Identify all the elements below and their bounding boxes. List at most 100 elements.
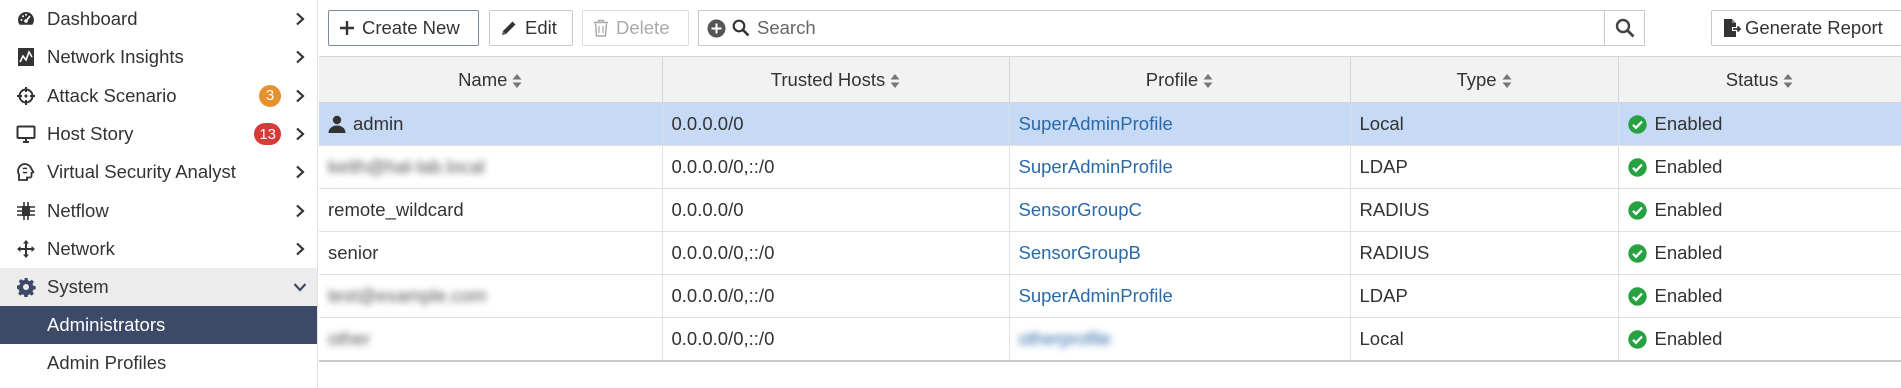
sidebar-item-label: Netflow [47,199,109,221]
table-row[interactable]: remote_wildcard 0.0.0.0/0 SensorGroupC R… [319,188,1901,232]
table-row[interactable]: senior 0.0.0.0/0,::/0 SensorGroupB RADIU… [319,231,1901,275]
sidebar-subitem-admin-profiles[interactable]: Admin Profiles [0,344,317,382]
user-icon [328,115,346,133]
sidebar-item-network-insights[interactable]: Network Insights [0,38,317,76]
toolbar: Create New Edit Delete Generate Report [318,0,1901,56]
sidebar-subitem-label: Admin Profiles [47,352,167,374]
sidebar-item-label: Dashboard [47,8,138,30]
administrators-table: Name Trusted Hosts Profile Type Status a… [319,56,1901,362]
sidebar-item-label: Network Insights [47,46,184,68]
trusted-hosts-cell: 0.0.0.0/0,::/0 [662,317,1010,362]
chevron-right-icon [296,204,305,217]
status-cell: Enabled [1618,274,1901,318]
edit-label: Edit [525,17,557,38]
chevron-right-icon [296,166,305,179]
trusted-hosts-cell: 0.0.0.0/0 [662,188,1010,232]
sidebar: Dashboard Network Insights Attack Scenar… [0,0,318,388]
redacted-name: test@example.com [328,285,487,306]
type-cell: LDAP [1350,145,1619,189]
trusted-hosts-cell: 0.0.0.0/0,::/0 [662,145,1010,189]
profile-link[interactable]: SuperAdminProfile [1009,274,1351,318]
plus-icon [340,21,354,35]
search-input[interactable] [753,13,1604,43]
sidebar-item-label: System [47,276,109,298]
sidebar-item-netflow[interactable]: Netflow [0,191,317,229]
search-icon [729,19,753,37]
chevron-right-icon [296,242,305,256]
check-circle-icon [1627,286,1647,306]
trusted-hosts-cell: 0.0.0.0/0,::/0 [662,274,1010,318]
add-filter-icon[interactable] [703,19,729,38]
sort-icon [512,73,522,88]
dashboard-gauge-icon [14,7,38,31]
sort-icon [1203,73,1213,88]
type-cell: Local [1350,102,1619,146]
check-circle-icon [1627,329,1647,349]
status-cell: Enabled [1618,188,1901,232]
profile-link[interactable]: SensorGroupC [1009,188,1351,232]
edit-button[interactable]: Edit [489,10,573,46]
sidebar-subitem-administrators[interactable]: Administrators [0,306,317,345]
chevron-right-icon [296,12,305,26]
trash-icon [594,19,608,37]
create-new-label: Create New [362,17,460,38]
column-header-profile[interactable]: Profile [1009,56,1351,103]
table-row[interactable]: admin 0.0.0.0/0 SuperAdminProfile Local … [319,102,1901,146]
column-header-name[interactable]: Name [319,56,663,103]
name-cell: remote_wildcard [319,188,663,232]
name-cell: other [319,317,663,362]
sidebar-item-attack-scenario[interactable]: Attack Scenario 3 [0,77,317,115]
profile-link[interactable]: SuperAdminProfile [1009,145,1351,189]
redacted-profile-link[interactable]: otherprofile [1019,328,1112,349]
status-cell: Enabled [1618,317,1901,362]
type-cell: LDAP [1350,274,1619,318]
column-header-status[interactable]: Status [1618,56,1901,103]
type-cell: RADIUS [1350,188,1619,232]
pencil-icon [502,21,516,35]
delete-label: Delete [616,17,670,38]
check-circle-icon [1627,243,1647,263]
check-circle-icon [1627,157,1647,177]
check-circle-icon [1627,200,1647,220]
column-header-trusted-hosts[interactable]: Trusted Hosts [662,56,1010,103]
column-header-type[interactable]: Type [1350,56,1619,103]
brain-head-icon [14,160,38,184]
status-cell: Enabled [1618,231,1901,275]
status-cell: Enabled [1618,145,1901,189]
status-cell: Enabled [1618,102,1901,146]
export-file-icon [1724,19,1742,37]
trusted-hosts-cell: 0.0.0.0/0 [662,102,1010,146]
profile-link[interactable]: SuperAdminProfile [1009,102,1351,146]
sidebar-subitem-label: Administrators [47,314,166,336]
generate-report-label: Generate Report [1745,17,1883,38]
generate-report-button[interactable]: Generate Report [1711,10,1901,46]
delete-button[interactable]: Delete [582,10,689,46]
chart-document-icon [14,45,38,69]
sidebar-item-label: Network [47,237,115,259]
profile-link[interactable]: SensorGroupB [1009,231,1351,275]
create-new-button[interactable]: Create New [328,10,479,46]
name-cell: admin [319,102,663,146]
move-arrows-icon [14,237,38,261]
name-cell: test@example.com [319,274,663,318]
gear-icon [14,275,38,299]
trusted-hosts-cell: 0.0.0.0/0,::/0 [662,231,1010,275]
type-cell: Local [1350,317,1619,362]
sidebar-item-host-story[interactable]: Host Story 13 [0,115,317,153]
sidebar-item-dashboard[interactable]: Dashboard [0,0,317,38]
table-row[interactable]: keith@hal-lab.local 0.0.0.0/0,::/0 Super… [319,145,1901,189]
sidebar-item-label: Virtual Security Analyst [47,161,236,183]
crosshair-icon [14,84,38,108]
sort-icon [890,73,900,88]
table-row[interactable]: other 0.0.0.0/0,::/0 otherprofile Local … [319,317,1901,362]
name-cell: keith@hal-lab.local [319,145,663,189]
search-box [698,10,1645,46]
name-cell: senior [319,231,663,275]
sidebar-item-network[interactable]: Network [0,230,317,268]
sidebar-item-system[interactable]: System [0,268,317,307]
sidebar-item-virtual-security-analyst[interactable]: Virtual Security Analyst [0,153,317,191]
search-submit-button[interactable] [1604,11,1644,45]
table-row[interactable]: test@example.com 0.0.0.0/0,::/0 SuperAdm… [319,274,1901,318]
alert-count-badge: 13 [254,123,281,146]
type-cell: RADIUS [1350,231,1619,275]
